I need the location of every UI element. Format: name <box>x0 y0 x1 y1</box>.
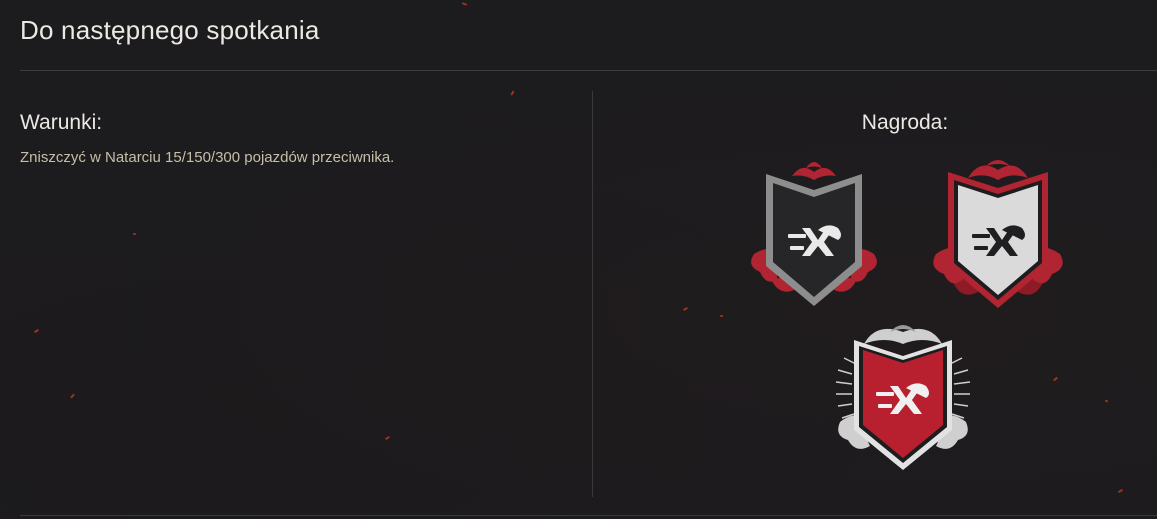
shield-badge-icon <box>933 160 1063 308</box>
ember-particle <box>384 435 391 441</box>
reward-label: Nagroda: <box>861 111 949 134</box>
silver-tier-badge[interactable] <box>928 156 1068 308</box>
ember-particle <box>70 393 75 399</box>
header-divider <box>20 70 1157 71</box>
ember-particle <box>1104 399 1109 403</box>
bronze-tier-badge[interactable] <box>744 156 884 308</box>
ember-particle <box>682 306 689 312</box>
ember-particle <box>133 233 136 235</box>
gold-tier-badge[interactable] <box>830 318 976 472</box>
shield-badge-icon <box>751 162 877 306</box>
column-divider <box>592 91 593 497</box>
conditions-text: Zniszczyć w Natarciu 15/150/300 pojazdów… <box>20 149 395 166</box>
ember-particle <box>1117 488 1124 494</box>
conditions-label: Warunki: <box>20 111 103 134</box>
ember-particle <box>510 90 515 96</box>
mission-panel: Do następnego spotkania Warunki: Zniszcz… <box>0 0 1157 519</box>
ember-particle <box>33 328 40 334</box>
ember-particle <box>461 2 468 6</box>
ember-particle <box>720 315 723 317</box>
shield-badge-icon <box>835 325 971 470</box>
footer-divider <box>20 515 1157 516</box>
page-title: Do następnego spotkania <box>20 15 320 45</box>
ember-particle <box>1052 376 1059 382</box>
